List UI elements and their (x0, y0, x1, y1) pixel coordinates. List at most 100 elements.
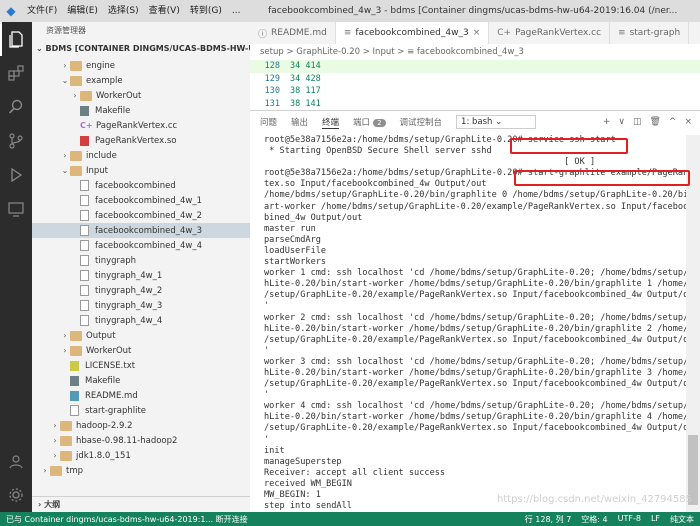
settings-gear-icon[interactable] (0, 478, 32, 512)
editor-tab[interactable]: ≡ start-graph (610, 22, 690, 44)
panel-tab[interactable]: 问题 (260, 116, 277, 128)
maximize-icon[interactable]: ^ (669, 117, 677, 127)
tree-item[interactable]: tinygraph_4w_1 (32, 268, 250, 283)
tree-item[interactable]: ⌄ example (32, 73, 250, 88)
tree-item[interactable]: › hbase-0.98.11-hadoop2 (32, 433, 250, 448)
explorer-icon[interactable] (0, 22, 32, 56)
menu-item[interactable]: 转到(G) (185, 0, 227, 22)
search-icon[interactable] (0, 90, 32, 124)
menu-item[interactable]: 选择(S) (103, 0, 144, 22)
highlight-box-start-graphlite (514, 170, 690, 186)
trash-icon[interactable]: 🗑 (649, 117, 660, 127)
menu-item[interactable]: 编辑(E) (62, 0, 103, 22)
extensions-icon[interactable] (0, 56, 32, 90)
status-item[interactable]: LF (651, 514, 660, 525)
editor-tab[interactable]: C+ PageRankVertex.cc (489, 22, 611, 44)
tree-item-label: tinygraph (95, 255, 136, 266)
panel-tab[interactable]: 端口 (353, 118, 370, 128)
tree-item[interactable]: Makefile (32, 373, 250, 388)
chevron-right-icon: › (53, 421, 57, 430)
title-bar: ◆ 文件(F) 编辑(E) 选择(S) 查看(V) 转到(G)... facebookc… (0, 0, 700, 22)
tree-item[interactable]: › tmp (32, 463, 250, 478)
remote-status[interactable]: 已与 Container dingms/ucas-bdms-hw-u64-201… (0, 513, 254, 525)
remote-explorer-icon[interactable] (0, 192, 32, 226)
panel-tab[interactable]: 输出 (291, 116, 308, 128)
editor-tab[interactable]: ⓘ README.md (250, 22, 336, 44)
tree-item[interactable]: › WorkerOut (32, 88, 250, 103)
tree-item[interactable]: README.md (32, 388, 250, 403)
menu-item[interactable]: ... (227, 0, 246, 22)
status-item[interactable]: 纯文本 (670, 514, 694, 525)
tree-item[interactable]: › hadoop-2.9.2 (32, 418, 250, 433)
account-icon[interactable] (0, 444, 32, 478)
terminal-scrollbar[interactable] (686, 135, 700, 513)
menu-item[interactable]: 查看(V) (144, 0, 185, 22)
terminal-line: startWorkers (264, 257, 327, 268)
tree-item-label: tmp (66, 465, 84, 476)
file-icon (80, 195, 89, 206)
terminal-output[interactable]: root@5e38a7156e2a:/home/bdms/setup/Graph… (250, 135, 686, 513)
workspace-root[interactable]: ⌄ BDMS [CONTAINER DINGMS/UCAS-BDMS-HW-U6… (32, 40, 250, 58)
source-control-icon[interactable] (0, 124, 32, 158)
close-icon[interactable]: × (473, 28, 481, 38)
terminal-line: Receiver: accept all client success (264, 467, 446, 478)
tree-item[interactable]: tinygraph (32, 253, 250, 268)
chevron-down-icon: ⌄ (36, 44, 46, 53)
status-item[interactable]: 空格: 4 (581, 514, 607, 525)
file-icon (80, 315, 89, 326)
tree-item[interactable]: PageRankVertex.so (32, 133, 250, 148)
tree-item[interactable]: facebookcombined_4w_4 (32, 238, 250, 253)
tab-file-icon: ⓘ (258, 29, 268, 40)
status-right: 行 128, 列 7 空格: 4 UTF-8 LF 纯文本 (525, 514, 700, 525)
close-panel-icon[interactable]: × (684, 117, 692, 127)
status-item[interactable]: 行 128, 列 7 (525, 514, 572, 525)
dropdown-icon[interactable]: ∨ (618, 117, 625, 127)
panel-actions: + ∨ ◫ 🗑 ^ × (603, 117, 700, 127)
code-editor[interactable]: 128 34 414 129 34 428 130 38 117 131 38 141 (250, 60, 700, 110)
panel-tab[interactable]: 终端 (322, 116, 340, 129)
tree-item[interactable]: facebookcombined_4w_3 (32, 223, 250, 238)
status-item[interactable]: UTF-8 (618, 514, 641, 525)
split-terminal-icon[interactable]: ◫ (633, 117, 642, 127)
tree-item[interactable]: start-graphlite (32, 403, 250, 418)
tree-item[interactable]: C+ PageRankVertex.cc (32, 118, 250, 133)
terminal-select[interactable]: 1: bash ⌄ (456, 115, 537, 129)
binary-file-icon (80, 135, 89, 146)
panel-tab[interactable]: 调试控制台 (400, 116, 443, 128)
tree-item[interactable]: facebookcombined_4w_1 (32, 193, 250, 208)
panel-tab-ports[interactable]: 端口 2 (353, 116, 386, 128)
menu-item[interactable]: 文件(F) (22, 0, 62, 22)
terminal-line: ' (264, 345, 270, 356)
tree-item[interactable]: › engine (32, 58, 250, 73)
tree-item-label: facebookcombined_4w_2 (95, 210, 203, 221)
tree-item[interactable]: facebookcombined_4w_2 (32, 208, 250, 223)
workspace-root-label: BDMS [CONTAINER DINGMS/UCAS-BDMS-HW-U64-… (45, 44, 251, 53)
terminal-line: /home/bdms/setup/GraphLite-0.20/bin/grap… (264, 190, 686, 201)
terminal-line: manageSuperstep (264, 456, 342, 467)
tree-item[interactable]: Makefile (32, 103, 250, 118)
outline-section[interactable]: › 大纲 (32, 496, 250, 512)
tree-item[interactable]: tinygraph_4w_4 (32, 313, 250, 328)
tree-item[interactable]: › WorkerOut (32, 343, 250, 358)
tab-label: facebookcombined_4w_3 (355, 28, 469, 38)
new-terminal-icon[interactable]: + (603, 117, 611, 127)
tree-item-label: engine (86, 60, 115, 71)
tree-item-label: facebookcombined_4w_3 (95, 225, 203, 236)
run-debug-icon[interactable] (0, 158, 32, 192)
tree-item[interactable]: facebookcombined (32, 178, 250, 193)
tree-item[interactable]: LICENSE.txt (32, 358, 250, 373)
tree-item[interactable]: tinygraph_4w_3 (32, 298, 250, 313)
tree-item[interactable]: › Output (32, 328, 250, 343)
line-number: 129 (264, 73, 280, 84)
folder-icon (70, 75, 82, 86)
tree-item[interactable]: › jdk1.8.0_151 (32, 448, 250, 463)
tree-item[interactable]: › include (32, 148, 250, 163)
tree-item-label: hbase-0.98.11-hadoop2 (76, 435, 178, 446)
code-text: 38 117 (290, 86, 321, 96)
editor-tab[interactable]: ≡ facebookcombined_4w_3 × (335, 22, 490, 44)
tree-item[interactable]: tinygraph_4w_2 (32, 283, 250, 298)
tree-item-label: include (86, 150, 117, 161)
tree-item-label: tinygraph_4w_4 (95, 315, 163, 326)
tab-label: README.md (271, 28, 327, 38)
tree-item[interactable]: ⌄ Input (32, 163, 250, 178)
